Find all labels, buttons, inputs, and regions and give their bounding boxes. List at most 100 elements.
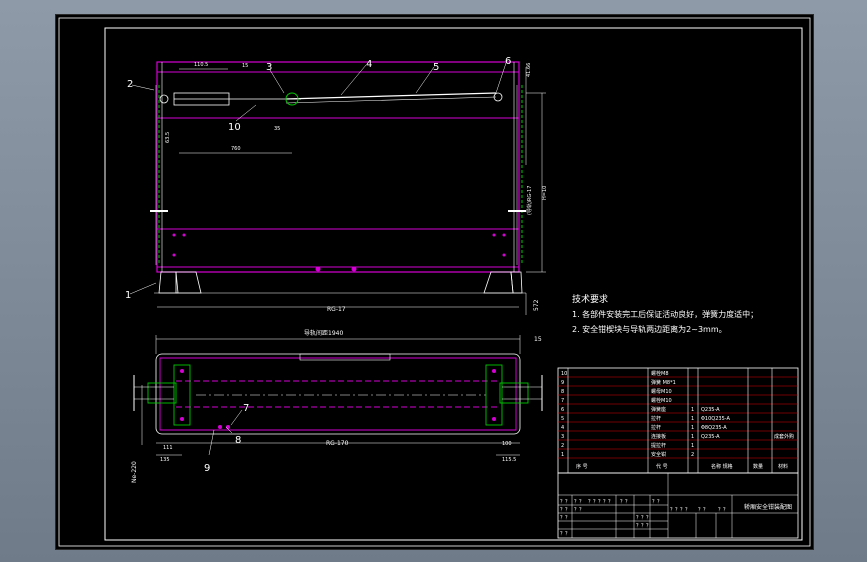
cad-viewport: 2 3 4 5 6 10 1 110.5 15 760 35 63.5 41.6… bbox=[0, 0, 867, 562]
tb-cell: ？？ bbox=[560, 515, 570, 521]
bom-row-name: 拉杆 bbox=[651, 424, 661, 431]
tb-cell: ？？ bbox=[698, 507, 708, 513]
bom-row-no: 7 bbox=[561, 398, 564, 404]
tb-cell: ？？ bbox=[718, 507, 728, 513]
top-bolts bbox=[180, 369, 496, 429]
dim-h: H=10 bbox=[542, 186, 548, 200]
bom-row-qty: 2 bbox=[691, 452, 694, 458]
dim-760: 760 bbox=[231, 146, 241, 152]
outer-border bbox=[58, 17, 811, 547]
bom-row-no: 6 bbox=[561, 407, 564, 413]
left-pin bbox=[159, 94, 169, 104]
balloon-4: 4 bbox=[366, 59, 372, 70]
bom-header-no: 序 号 bbox=[576, 463, 588, 470]
bom-row-no: 4 bbox=[561, 425, 564, 431]
notes-line-2: 2. 安全钳楔块与导轨两边距离为2~3mm。 bbox=[572, 324, 727, 334]
left-foot bbox=[158, 271, 179, 294]
bom-row-no: 2 bbox=[561, 443, 564, 449]
bom-row-qty: 1 bbox=[691, 425, 694, 431]
left-wedge bbox=[147, 382, 177, 404]
right-wedge bbox=[499, 382, 529, 404]
bom-row-name: 拉杆 bbox=[651, 415, 661, 422]
bom-header-mat: 材料 bbox=[778, 463, 788, 470]
balloon-7: 7 bbox=[243, 403, 249, 414]
dim-110-5: 110.5 bbox=[194, 62, 208, 68]
drawing-title: 轿厢安全钳装配图 bbox=[744, 503, 792, 511]
bom-table bbox=[557, 367, 799, 474]
top-frame bbox=[155, 353, 521, 435]
tb-cell: ？？ bbox=[574, 507, 584, 513]
bom-row-mat: Φ10Q235-A bbox=[701, 416, 730, 422]
bom-row-qty: 1 bbox=[691, 443, 694, 449]
bom-row-qty: 1 bbox=[691, 434, 694, 440]
balloon-3: 3 bbox=[266, 62, 272, 73]
bom-row-name: 提拉杆 bbox=[651, 442, 666, 449]
bom-side-label: 成套外购 bbox=[774, 433, 794, 440]
right-foot bbox=[483, 271, 514, 294]
tb-cell: ？？？？？ bbox=[588, 499, 613, 505]
dim-572: 572 bbox=[533, 299, 540, 311]
balloon-6: 6 bbox=[505, 56, 511, 67]
bom-row-name: 连接板 bbox=[651, 433, 666, 440]
bom-row-no: 3 bbox=[561, 434, 564, 440]
bom-row-qty: 1 bbox=[691, 407, 694, 413]
bom-row-no: 5 bbox=[561, 416, 564, 422]
balloon-2: 2 bbox=[127, 79, 133, 90]
dim-100: 100 bbox=[502, 441, 512, 447]
dim-top-total: 导轨间距1940 bbox=[304, 329, 343, 337]
bom-row-mat: Q235-A bbox=[701, 407, 720, 413]
title-block-text: 轿厢安全钳装配图 ？？ ？？ ？？？？？ ？？ ？？ ？？ ？？ ？？？？ ？？… bbox=[560, 499, 792, 537]
dim-left-vert: Ne-220 bbox=[131, 461, 138, 483]
notes-line-1: 1. 各部件安装完工后保证活动良好，弹簧力度适中； bbox=[572, 309, 758, 319]
right-foot-2 bbox=[510, 271, 523, 294]
front-view bbox=[129, 61, 546, 315]
bom-row-name: 弹簧 M8*1 bbox=[651, 379, 676, 386]
dim-rg17: RG-17 bbox=[327, 306, 346, 313]
bom-row-no: 10 bbox=[561, 371, 567, 377]
bom-rows: 10 螺栓M8 9 弹簧 M8*1 8 螺母M10 7 螺栓M10 6 弹簧座 … bbox=[561, 370, 794, 470]
tb-cell: ？？？ bbox=[636, 515, 651, 521]
bom-row-mat: Q235-A bbox=[701, 434, 720, 440]
dim-111: 111 bbox=[163, 445, 173, 451]
bom-header-qty: 数量 bbox=[753, 463, 763, 470]
drawing-canvas: 2 3 4 5 6 10 1 110.5 15 760 35 63.5 41.6… bbox=[58, 17, 811, 547]
bom-row-name: 安全钳 bbox=[651, 451, 666, 458]
balloon-8: 8 bbox=[235, 435, 241, 446]
balloon-5: 5 bbox=[433, 62, 439, 73]
dim-rg170: RG-170 bbox=[326, 440, 349, 447]
bom-header-code: 代 号 bbox=[656, 463, 668, 470]
dim-35: 35 bbox=[274, 126, 280, 132]
tb-cell: ？？ bbox=[574, 499, 584, 505]
bom-row-no: 1 bbox=[561, 452, 564, 458]
top-leaders bbox=[208, 409, 243, 456]
left-foot-2 bbox=[175, 271, 202, 294]
frame-holes bbox=[172, 233, 506, 272]
front-dims bbox=[157, 67, 546, 315]
bom-row-no: 9 bbox=[561, 380, 564, 386]
dim-15: 15 bbox=[242, 63, 248, 69]
top-frame-inner bbox=[159, 357, 517, 431]
dim-15b: 15 bbox=[534, 336, 542, 343]
top-view bbox=[133, 335, 543, 456]
drawing-sheet: 2 3 4 5 6 10 1 110.5 15 760 35 63.5 41.6… bbox=[55, 14, 814, 550]
bom-row-qty: 1 bbox=[691, 416, 694, 422]
dim-41-66: 41.66 bbox=[526, 63, 532, 77]
balloon-9: 9 bbox=[204, 463, 210, 474]
bom-row-mat: Φ8Q235-A bbox=[701, 425, 727, 431]
notes-heading: 技术要求 bbox=[572, 293, 608, 305]
bom-row-name: 弹簧座 bbox=[651, 406, 666, 413]
dim-63-5: 63.5 bbox=[165, 132, 171, 143]
tb-cell: ？？？ bbox=[636, 523, 651, 529]
tb-cell: ？？ bbox=[560, 507, 570, 513]
bom-row-name: 螺栓M10 bbox=[651, 397, 672, 404]
tb-cell: ？？？？ bbox=[670, 507, 690, 513]
tb-cell: ？？ bbox=[620, 499, 630, 505]
dim-rail-vertical: (导轨)RG-17 bbox=[526, 186, 533, 215]
balloon-10: 10 bbox=[228, 122, 241, 133]
bom-header-name: 名称 规格 bbox=[711, 463, 733, 470]
bom-row-name: 螺栓M8 bbox=[651, 370, 669, 377]
tb-cell: ？？ bbox=[652, 499, 662, 505]
bom-row-name: 螺母M10 bbox=[651, 388, 672, 395]
bom-rowlines bbox=[558, 376, 798, 459]
dim-115-5: 115.5 bbox=[502, 457, 516, 463]
